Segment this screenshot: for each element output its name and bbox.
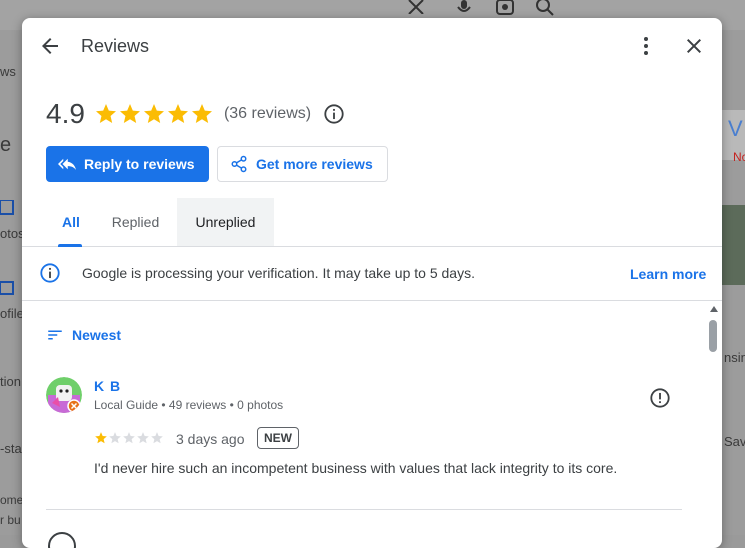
background-text: ws	[0, 64, 16, 79]
review-text: I'd never hire such an incompetent busin…	[94, 460, 618, 476]
scrollbar-thumb[interactable]	[709, 320, 717, 352]
get-more-reviews-button[interactable]: Get more reviews	[217, 146, 388, 182]
star-empty-icon	[109, 432, 121, 444]
sort-label: Newest	[72, 327, 122, 343]
reply-to-reviews-label: Reply to reviews	[84, 156, 195, 172]
reviews-dialog: Reviews 4.9 (36 reviews) Reply to review…	[22, 18, 722, 548]
background-text: ofile	[0, 306, 24, 321]
background-text: otos	[0, 226, 25, 241]
star-empty-icon	[151, 432, 163, 444]
review-tabs: All Replied Unreplied	[22, 198, 722, 247]
rating-stars	[94, 102, 214, 126]
share-icon	[231, 155, 247, 173]
microphone-icon	[457, 0, 471, 12]
store-icon	[0, 281, 14, 295]
background-text: ome	[0, 493, 24, 507]
star-icon	[143, 104, 164, 123]
dialog-header: Reviews	[22, 18, 722, 74]
star-icon	[191, 104, 212, 123]
review-count: (36 reviews)	[223, 105, 312, 122]
tab-replied-label: Replied	[111, 214, 160, 230]
scroll-up-arrow[interactable]	[710, 306, 718, 312]
get-more-reviews-label: Get more reviews	[256, 156, 373, 172]
review-date: 3 days ago	[176, 431, 245, 447]
rating-summary: 4.9 (36 reviews)	[46, 98, 345, 130]
avatar[interactable]	[46, 377, 82, 413]
tab-all-label: All	[62, 214, 80, 230]
reply-to-reviews-button[interactable]: Reply to reviews	[46, 146, 209, 182]
more-vert-icon[interactable]	[634, 34, 658, 58]
clear-icon	[408, 0, 424, 14]
scrollbar[interactable]	[708, 306, 720, 548]
background-text: -sta	[0, 441, 22, 456]
tab-unreplied-label: Unreplied	[195, 214, 256, 230]
report-icon[interactable]	[649, 387, 671, 409]
background-text: V	[728, 116, 743, 141]
background-text: Save	[724, 434, 745, 449]
star-icon	[95, 104, 116, 123]
star-empty-icon	[123, 432, 135, 444]
new-badge: NEW	[257, 427, 299, 449]
info-icon	[40, 263, 60, 283]
learn-more-link[interactable]: Learn more	[630, 266, 706, 282]
background-text: r bu	[0, 513, 21, 527]
background-text: tion.	[0, 374, 25, 389]
photo-icon	[0, 200, 14, 215]
reviewer-meta: Local Guide • 49 reviews • 0 photos	[94, 398, 284, 412]
verification-notice: Google is processing your verification. …	[22, 247, 722, 301]
star-filled-icon	[95, 432, 107, 444]
lens-icon	[496, 0, 514, 15]
review-rating-stars	[94, 431, 164, 445]
dialog-title: Reviews	[81, 36, 150, 56]
divider	[46, 509, 682, 510]
tab-unreplied[interactable]: Unreplied	[177, 198, 274, 246]
close-icon[interactable]	[682, 34, 706, 58]
tab-all[interactable]: All	[46, 198, 94, 247]
reviewer-name[interactable]: K B	[94, 378, 121, 394]
notice-text: Google is processing your verification. …	[82, 265, 475, 281]
tab-replied[interactable]: Replied	[98, 198, 173, 246]
background-text: nsin	[724, 350, 745, 365]
average-rating: 4.9	[46, 98, 85, 129]
sort-button[interactable]: Newest	[46, 324, 121, 346]
star-icon	[119, 104, 140, 123]
background-text: Nc	[733, 150, 745, 164]
star-empty-icon	[137, 432, 149, 444]
sort-icon	[48, 330, 62, 340]
arrow-back-icon[interactable]	[38, 34, 62, 58]
avatar[interactable]	[48, 532, 76, 548]
background-image	[722, 205, 745, 285]
star-icon	[167, 104, 188, 123]
reply-all-icon	[58, 158, 76, 170]
search-icon	[536, 0, 554, 16]
info-icon[interactable]	[323, 103, 345, 125]
background-text: e	[0, 134, 12, 156]
